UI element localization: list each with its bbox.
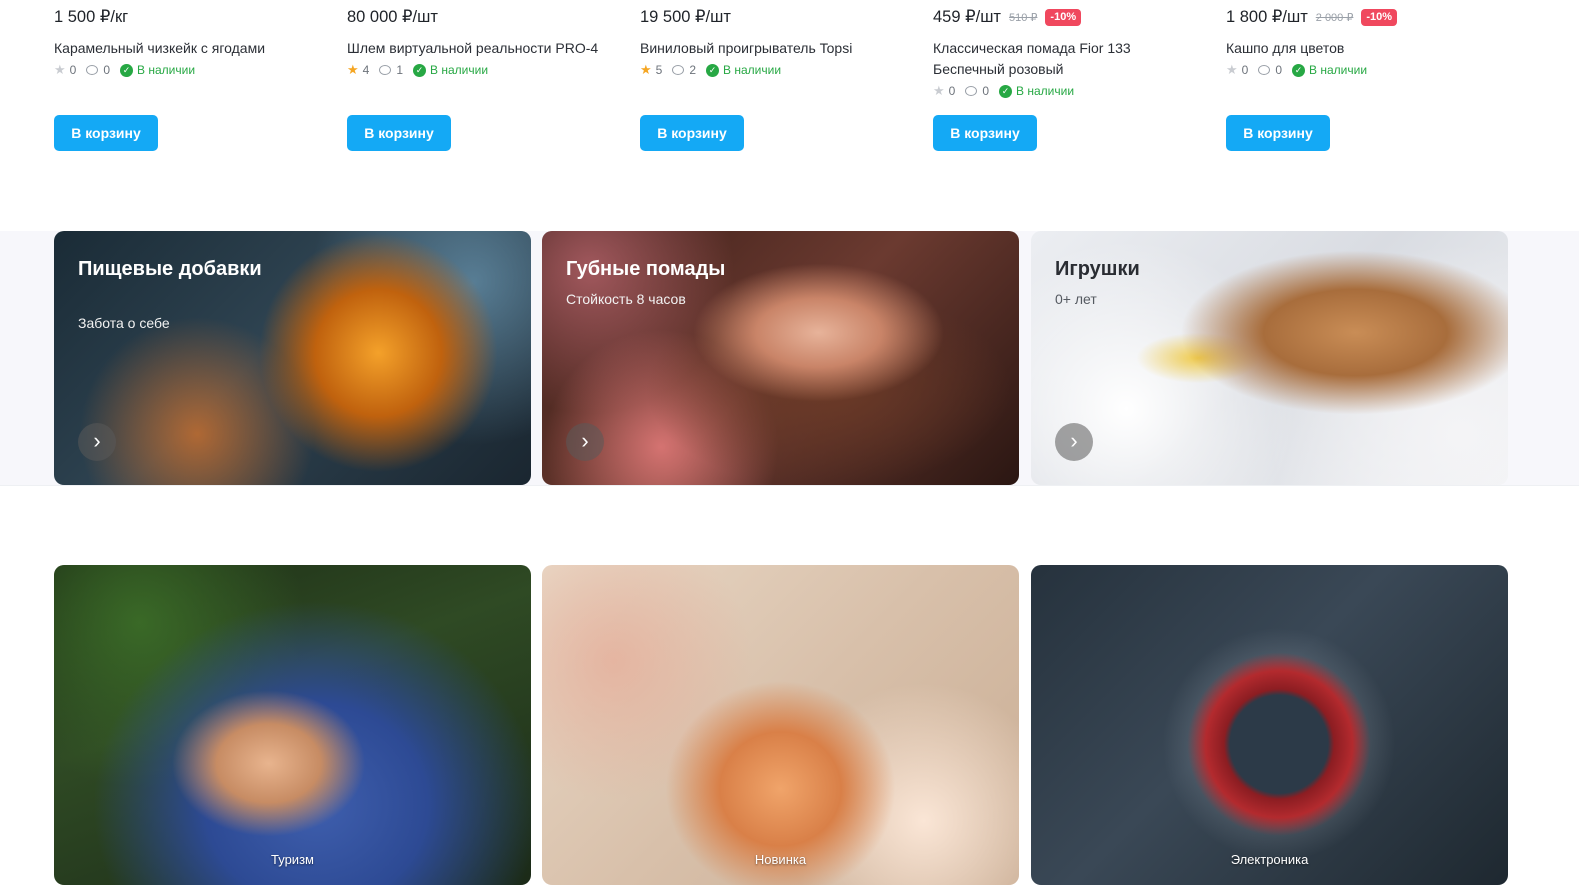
category-label: Новинка <box>754 852 807 867</box>
stock-label: В наличии <box>1309 63 1368 77</box>
add-to-cart-button[interactable]: В корзину <box>933 115 1037 151</box>
stock-label: В наличии <box>723 63 782 77</box>
promo-card-toys[interactable]: Игрушки 0+ лет › <box>1031 231 1508 485</box>
comments-count: 0 <box>1275 63 1283 77</box>
stock-label: В наличии <box>1016 84 1075 98</box>
add-to-cart-button[interactable]: В корзину <box>347 115 451 151</box>
product-name[interactable]: Кашпо для цветов <box>1226 38 1496 59</box>
rating-value: 4 <box>362 63 370 77</box>
comment-icon <box>1258 65 1271 75</box>
product-name[interactable]: Шлем виртуальной реальности PRO-4 <box>347 38 617 59</box>
star-icon: ★ <box>54 62 66 77</box>
product-name[interactable]: Карамельный чизкейк с ягодами <box>54 38 324 59</box>
promo-title: Губные помады <box>566 258 726 280</box>
rating-value: 5 <box>655 63 663 77</box>
add-to-cart-button[interactable]: В корзину <box>640 115 744 151</box>
product-price: 1 500 ₽/кг <box>54 8 129 26</box>
comment-icon <box>379 65 392 75</box>
comments-count: 0 <box>982 84 990 98</box>
product-name[interactable]: Классическая помада Fior 133 Беспечный р… <box>933 38 1203 80</box>
product-price: 459 ₽/шт <box>933 8 1001 26</box>
chevron-right-icon[interactable]: › <box>566 423 604 461</box>
chevron-right-icon[interactable]: › <box>78 423 116 461</box>
check-circle-icon: ✓ <box>1292 63 1306 77</box>
promo-subtitle: Стойкость 8 часов <box>566 291 686 307</box>
promo-title: Пищевые добавки <box>78 258 262 280</box>
product-name[interactable]: Виниловый проигрыватель Topsi <box>640 38 910 59</box>
price-row: 1 800 ₽/шт 2 000 ₽ -10% <box>1226 7 1398 27</box>
category-tile-electronics[interactable]: Электроника <box>1031 565 1508 885</box>
check-circle-icon: ✓ <box>999 84 1013 98</box>
check-circle-icon: ✓ <box>413 63 427 77</box>
price-row: 1 500 ₽/кг <box>54 7 128 27</box>
product-row: 1 500 ₽/кг Карамельный чизкейк с ягодами… <box>0 0 1579 180</box>
rating-value: 0 <box>1241 63 1249 77</box>
star-icon: ★ <box>1226 62 1238 77</box>
category-tile-new[interactable]: Новинка <box>542 565 1019 885</box>
stock-status: ✓ В наличии <box>413 63 488 77</box>
product-meta: ★ 0 0 ✓ В наличии <box>1226 63 1367 77</box>
comments-count: 0 <box>103 63 111 77</box>
discount-badge: -10% <box>1045 8 1082 26</box>
rating-value: 0 <box>69 63 77 77</box>
stock-label: В наличии <box>430 63 489 77</box>
discount-badge: -10% <box>1361 8 1398 26</box>
stock-status: ✓ В наличии <box>999 84 1074 98</box>
product-price: 80 000 ₽/шт <box>347 8 438 26</box>
price-row: 80 000 ₽/шт <box>347 7 438 27</box>
promo-subtitle: Забота о себе <box>78 315 170 331</box>
star-icon: ★ <box>640 62 652 77</box>
product-price: 19 500 ₽/шт <box>640 8 731 26</box>
product-meta: ★ 0 0 ✓ В наличии <box>54 63 195 77</box>
category-tile-tourism[interactable]: Туризм <box>54 565 531 885</box>
product-price: 1 800 ₽/шт <box>1226 8 1308 26</box>
price-row: 459 ₽/шт 510 ₽ -10% <box>933 7 1082 27</box>
product-meta: ★ 4 1 ✓ В наличии <box>347 63 488 77</box>
old-price: 2 000 ₽ <box>1315 11 1354 24</box>
stock-status: ✓ В наличии <box>120 63 195 77</box>
electronics-image <box>1031 565 1508 885</box>
promo-card-lipsticks[interactable]: Губные помады Стойкость 8 часов › <box>542 231 1019 485</box>
check-circle-icon: ✓ <box>706 63 720 77</box>
price-row: 19 500 ₽/шт <box>640 7 731 27</box>
stock-status: ✓ В наличии <box>706 63 781 77</box>
category-label: Электроника <box>1230 852 1309 867</box>
stock-label: В наличии <box>137 63 196 77</box>
product-meta: ★ 0 0 ✓ В наличии <box>933 84 1074 98</box>
comment-icon <box>965 86 978 96</box>
chevron-right-icon[interactable]: › <box>1055 423 1093 461</box>
add-to-cart-button[interactable]: В корзину <box>54 115 158 151</box>
stock-status: ✓ В наличии <box>1292 63 1367 77</box>
comments-count: 2 <box>689 63 697 77</box>
promo-subtitle: 0+ лет <box>1055 291 1097 307</box>
comments-count: 1 <box>396 63 404 77</box>
comment-icon <box>86 65 99 75</box>
category-label: Туризм <box>271 852 314 867</box>
old-price: 510 ₽ <box>1009 11 1038 24</box>
comment-icon <box>672 65 685 75</box>
new-image <box>542 565 1019 885</box>
rating-value: 0 <box>948 84 956 98</box>
promo-title: Игрушки <box>1055 258 1140 280</box>
check-circle-icon: ✓ <box>120 63 134 77</box>
tourism-image <box>54 565 531 885</box>
star-icon: ★ <box>933 83 945 98</box>
promo-card-supplements[interactable]: Пищевые добавки Забота о себе › <box>54 231 531 485</box>
star-icon: ★ <box>347 62 359 77</box>
product-meta: ★ 5 2 ✓ В наличии <box>640 63 781 77</box>
add-to-cart-button[interactable]: В корзину <box>1226 115 1330 151</box>
